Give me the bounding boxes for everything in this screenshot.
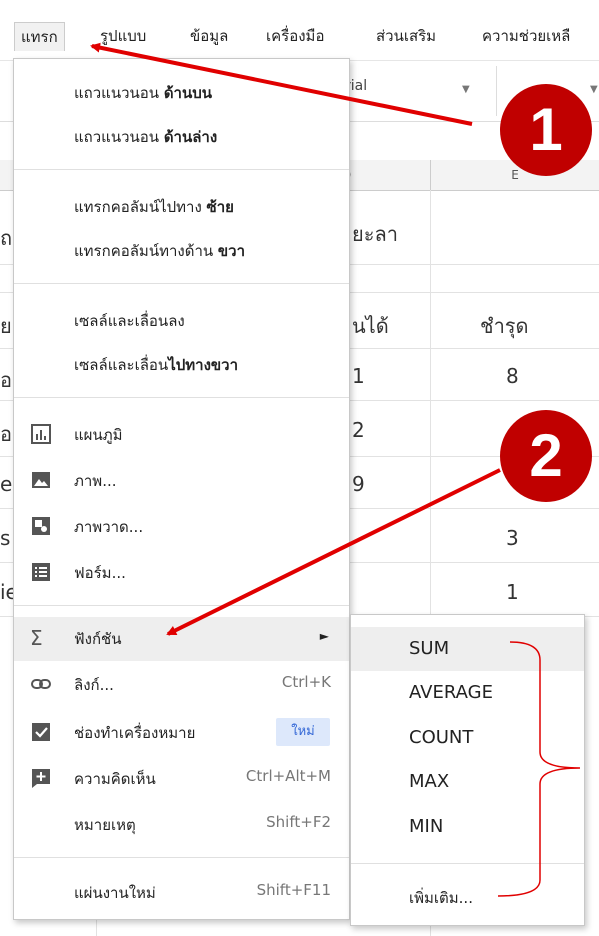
add-comment-icon [32, 769, 50, 788]
menu-addons[interactable]: ส่วนเสริม [372, 22, 440, 50]
insert-form[interactable]: ฟอร์ม... [14, 551, 349, 593]
cell-e4[interactable]: 8 [506, 364, 519, 388]
insert-cells-shift-right[interactable]: เซลล์และเลื่อนไปทางขวา [14, 343, 349, 385]
insert-checkbox[interactable]: ช่องทำเครื่องหมาย ใหม่ [14, 711, 349, 753]
menu-item-label: ความคิดเห็น [74, 770, 156, 788]
menu-item-label: เซลล์และเลื่อนไปทางขวา [74, 356, 239, 374]
chart-icon [31, 424, 51, 444]
callout-two: 2 [500, 410, 592, 502]
cell[interactable]: ถ [0, 222, 12, 254]
insert-column-right[interactable]: แทรกคอลัมน์ทางด้าน ขวา [14, 229, 349, 271]
insert-comment[interactable]: ความคิดเห็น Ctrl+Alt+M [14, 757, 349, 799]
insert-row-above[interactable]: แถวแนวนอน ด้านบน [14, 71, 349, 113]
insert-column-left[interactable]: แทรกคอลัมน์ไปทาง ซ้าย [14, 185, 349, 227]
insert-cells-shift-down[interactable]: เซลล์และเลื่อนลง [14, 299, 349, 341]
caret-down-icon[interactable]: ▼ [590, 84, 598, 95]
menu-divider [351, 863, 584, 864]
cell[interactable]: อ [0, 418, 12, 450]
insert-drawing[interactable]: ภาพวาด... [14, 505, 349, 547]
menu-tools[interactable]: เครื่องมือ [262, 22, 328, 50]
new-badge: ใหม่ [276, 718, 330, 746]
function-min[interactable]: MIN [351, 805, 584, 849]
caret-down-icon[interactable]: ▼ [462, 84, 470, 95]
menu-insert[interactable]: แทรก [14, 22, 65, 51]
menu-item-label: ภาพ... [74, 472, 117, 490]
menu-item-label: หมายเหตุ [74, 816, 136, 834]
menu-bar: แทรก รูปแบบ ข้อมูล เครื่องมือ ส่วนเสริม … [0, 0, 599, 61]
menu-item-label: ลิงก์... [74, 676, 114, 694]
shortcut-label: Ctrl+Alt+M [245, 767, 331, 785]
cell[interactable]: s [0, 526, 10, 550]
function-label: MIN [409, 816, 444, 837]
cell[interactable]: อ [0, 364, 12, 396]
menu-help[interactable]: ความช่วยเหลื [478, 22, 574, 50]
cell-e7[interactable]: 3 [506, 526, 519, 550]
menu-item-label: ช่องทำเครื่องหมาย [74, 724, 196, 742]
menu-item-label: แถวแนวนอน ด้านบน [74, 84, 213, 102]
function-sum[interactable]: SUM [351, 627, 584, 671]
cell-e8[interactable]: 1 [506, 580, 519, 604]
menu-divider [14, 283, 349, 284]
menu-divider [14, 857, 349, 858]
insert-image[interactable]: ภาพ... [14, 459, 349, 501]
cell-d5[interactable]: 2 [352, 418, 365, 442]
function-average[interactable]: AVERAGE [351, 671, 584, 715]
function-label: SUM [409, 638, 450, 659]
checkbox-icon [32, 723, 50, 741]
menu-item-label: เซลล์และเลื่อนลง [74, 312, 185, 330]
function-label: AVERAGE [409, 682, 493, 703]
cell-d4[interactable]: 1 [352, 364, 365, 388]
cell[interactable]: ย [0, 310, 12, 342]
insert-row-below[interactable]: แถวแนวนอน ด้านล่าง [14, 115, 349, 157]
cell-d6[interactable]: 9 [352, 472, 365, 496]
menu-item-label: แทรกคอลัมน์ไปทาง ซ้าย [74, 198, 234, 216]
cell-e3[interactable]: ชำรุด [480, 310, 529, 342]
function-more[interactable]: เพิ่มเติม... [351, 873, 584, 917]
menu-data[interactable]: ข้อมูล [186, 22, 232, 50]
shortcut-label: Ctrl+K [281, 673, 331, 691]
sigma-icon: Σ [30, 626, 43, 650]
function-count[interactable]: COUNT [351, 716, 584, 760]
image-icon [32, 472, 50, 488]
insert-chart[interactable]: แผนภูมิ [14, 413, 349, 455]
function-label: เพิ่มเติม... [409, 889, 473, 907]
form-icon [32, 563, 50, 581]
function-max[interactable]: MAX [351, 760, 584, 804]
cell-d3[interactable]: นได้ [352, 310, 389, 342]
menu-item-label: แทรกคอลัมน์ทางด้าน ขวา [74, 242, 246, 260]
insert-menu: แถวแนวนอน ด้านบน แถวแนวนอน ด้านล่าง แทรก… [13, 58, 350, 920]
menu-divider [14, 605, 349, 606]
menu-item-label: แถวแนวนอน ด้านล่าง [74, 128, 218, 146]
insert-new-sheet[interactable]: แผ่นงานใหม่ Shift+F11 [14, 871, 349, 913]
callout-one: 1 [500, 84, 592, 176]
function-label: COUNT [409, 727, 474, 748]
link-icon [31, 679, 51, 689]
insert-function[interactable]: Σ ฟังก์ชัน ► [14, 617, 349, 661]
menu-item-label: ฟังก์ชัน [74, 630, 122, 648]
menu-item-label: ฟอร์ม... [74, 564, 126, 582]
drawing-icon [32, 517, 50, 535]
insert-note[interactable]: หมายเหตุ Shift+F2 [14, 803, 349, 845]
cell-d1[interactable]: ยะลา [352, 218, 398, 250]
menu-divider [14, 397, 349, 398]
function-label: MAX [409, 771, 450, 792]
menu-item-label: ภาพวาด... [74, 518, 144, 536]
submenu-arrow-icon: ► [319, 629, 329, 643]
menu-format[interactable]: รูปแบบ [96, 22, 150, 50]
menu-item-label: แผ่นงานใหม่ [74, 884, 156, 902]
toolbar-divider [496, 66, 497, 116]
menu-item-label: แผนภูมิ [74, 426, 123, 444]
function-submenu: SUM AVERAGE COUNT MAX MIN เพิ่มเติม... [350, 614, 585, 926]
shortcut-label: Shift+F11 [256, 881, 331, 899]
insert-link[interactable]: ลิงก์... Ctrl+K [14, 663, 349, 705]
menu-divider [14, 169, 349, 170]
shortcut-label: Shift+F2 [266, 813, 331, 831]
